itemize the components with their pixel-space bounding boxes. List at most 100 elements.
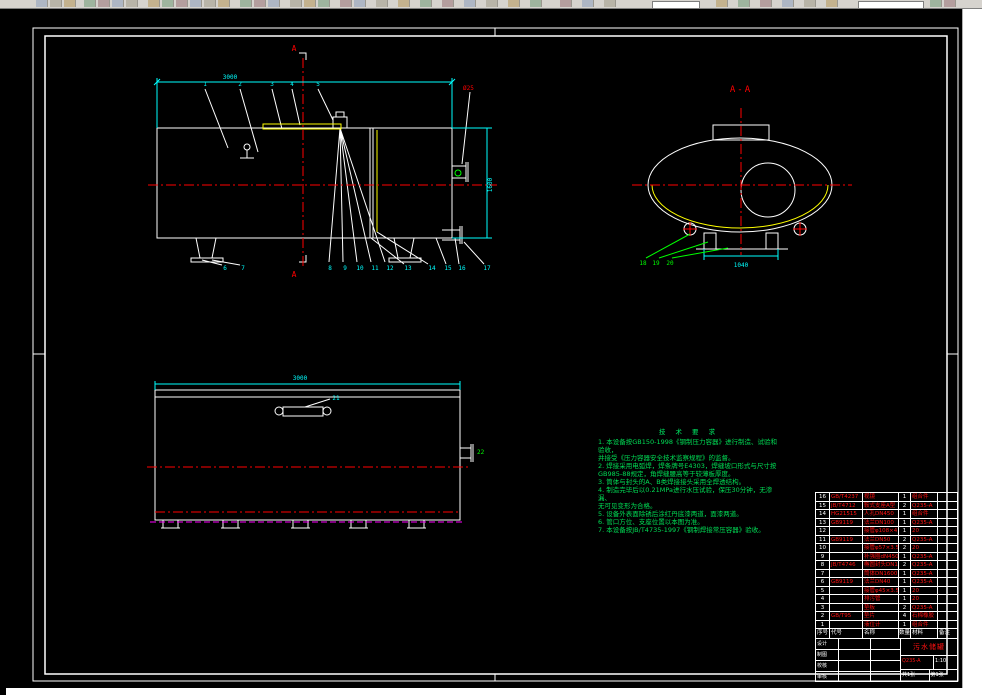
toolbar-icon[interactable] [190,0,202,7]
sheet-total: 共1张 [902,672,916,678]
toolbar-icon[interactable] [98,0,110,7]
toolbar-icon[interactable] [240,0,252,7]
parts-cell: 6 [820,579,825,585]
toolbar-icon[interactable] [560,0,572,7]
toolbar-icon[interactable] [176,0,188,7]
toolbar-input-fragment[interactable] [652,1,700,9]
tech-note-line: 并接受《压力容器安全技术监察规程》的监督。 [598,454,735,462]
parts-cell: 2 [820,613,825,619]
toolbar-icon[interactable] [398,0,410,7]
toolbar-icon[interactable] [148,0,160,7]
toolbar-icon[interactable] [486,0,498,7]
toolbar-icon[interactable] [254,0,266,7]
parts-list-header: 序号 代号 名称 数量 材料 备注 [815,628,958,638]
toolbar-icon[interactable] [340,0,352,7]
plan-length-dimension: 3000 [293,375,308,382]
vertical-scrollbar[interactable] [962,8,982,695]
toolbar-icon[interactable] [826,0,838,7]
toolbar-fragment[interactable] [0,0,982,9]
toolbar-icon[interactable] [930,0,942,7]
toolbar-icon[interactable] [290,0,302,7]
parts-cell [937,527,957,535]
toolbar-icon[interactable] [50,0,62,7]
parts-cell: 组合件 [910,620,937,628]
parts-cell: 7 [820,570,825,577]
toolbar-icon[interactable] [162,0,174,7]
toolbar-icon[interactable] [508,0,520,7]
parts-cell: Q235-A [910,518,937,526]
parts-cell: 接管φ45×3.5 [862,586,898,594]
balloon-number: 7 [241,265,245,272]
toolbar-icon[interactable] [604,0,616,7]
toolbar-icon[interactable] [376,0,388,7]
toolbar-icon[interactable] [582,0,594,7]
toolbar-icon[interactable] [738,0,750,7]
parts-cell: 10 [819,545,826,551]
tech-note-line: 4. 制造完毕后以0.21MPa进行水压试验，保压30分钟，无渗漏、 [598,486,773,502]
toolbar-icon[interactable] [126,0,138,7]
drawing-title: 污水储罐 [913,643,945,651]
toolbar-icon[interactable] [64,0,76,7]
toolbar-icon[interactable] [268,0,280,7]
horizontal-scrollbar[interactable] [6,688,982,695]
parts-cell [937,493,957,501]
balloon-number: 5 [316,81,320,88]
toolbar-icon[interactable] [218,0,230,7]
parts-list-row: 5 接管φ45×3.5 1 20 [815,585,958,594]
toolbar-icon[interactable] [112,0,124,7]
parts-cell: 组合件 [910,510,937,518]
parts-cell: 接管φ57×3.5 [862,544,898,552]
material-value: Q235-A [902,658,921,664]
toolbar-icon[interactable] [304,0,316,7]
front-length-dimension: 3000 [223,74,238,81]
balloon-number: 3 [270,81,274,88]
parts-header-cell: 备注 [937,629,957,638]
parts-cell: Q235-A [910,561,937,569]
toolbar-icon[interactable] [84,0,96,7]
toolbar-icon[interactable] [944,0,956,7]
parts-cell: 13 [819,519,826,526]
parts-cell: GB9119 [829,518,862,526]
parts-list-row: 7 筒体DN1600 1 Q235-A [815,568,958,577]
toolbar-icon[interactable] [354,0,366,7]
toolbar-icon[interactable] [318,0,330,7]
toolbar-icon[interactable] [804,0,816,7]
toolbar-icon[interactable] [36,0,48,7]
toolbar-icon[interactable] [782,0,794,7]
toolbar-icon[interactable] [530,0,542,7]
parts-cell: 鞍式支座A型 [862,501,898,509]
plan-balloon-right: 22 [477,449,485,456]
parts-cell [829,603,862,611]
parts-cell: 垫板 [862,603,898,611]
tech-note-line: 7. 本设备按JB/T4735-1997《钢制焊接常压容器》验收。 [598,526,765,534]
parts-cell: 4 [898,612,910,620]
parts-cell: 2 [898,501,910,509]
parts-cell [937,595,957,603]
parts-cell: Q235-A [910,603,937,611]
tech-note-line: 6. 管口方位、支座位置以本图为准。 [598,518,704,526]
parts-cell: 1 [898,578,910,586]
parts-cell: 垫片 [862,612,898,620]
section-view-yellow-arc [651,184,829,229]
section-cut-label-top: A [292,44,297,53]
balloon-number: 19 [652,260,660,267]
toolbar-icon[interactable] [716,0,728,7]
parts-cell: 2 [898,561,910,569]
parts-cell: GB/T4237 [829,493,862,501]
balloon-number: 6 [223,265,227,272]
plan-view-centerlines [147,466,468,513]
parts-cell: 12 [819,528,826,534]
toolbar-icon[interactable] [420,0,432,7]
parts-cell: 1 [898,510,910,518]
level-gauge-marker [454,169,462,177]
title-block-grid: 设计 制图 校核 审核 污水储罐 Q235-A 1:10 共1张 第1张 [815,638,958,682]
cad-application-window: A A 3000 1600 Ø25 A-A 1040 3000 21 22 1 … [0,0,982,695]
toolbar-icon[interactable] [464,0,476,7]
toolbar-icon[interactable] [760,0,772,7]
sign-label: 审核 [817,674,828,680]
tech-note-line: 1. 本设备按GB150-1998《钢制压力容器》进行制造、试验和验收， [598,438,778,454]
toolbar-icon[interactable] [442,0,454,7]
toolbar-icon[interactable] [204,0,216,7]
nozzle-red-tag: Ø25 [463,85,474,92]
toolbar-dropdown-fragment[interactable] [858,1,924,9]
